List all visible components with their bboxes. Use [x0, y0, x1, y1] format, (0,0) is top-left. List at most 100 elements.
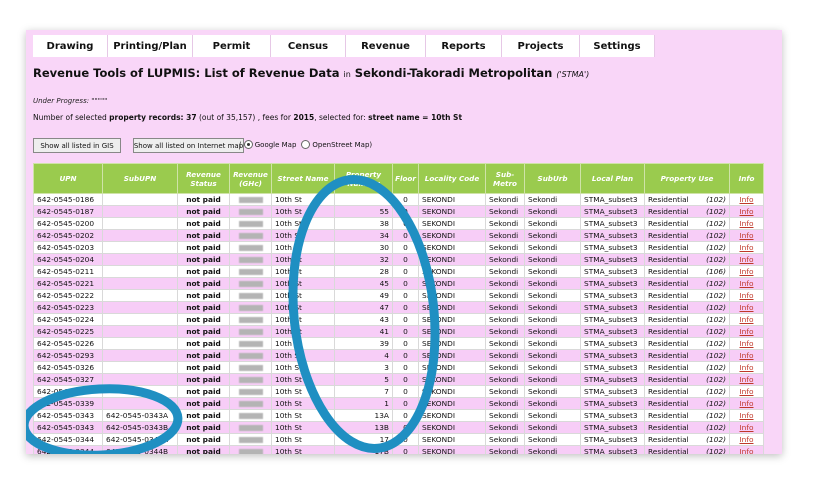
info-link[interactable]: Info [740, 291, 754, 300]
info-link[interactable]: Info [740, 423, 754, 432]
col-revenue-status[interactable]: Revenue Status [177, 163, 230, 194]
tab-revenue[interactable]: Revenue [346, 35, 426, 57]
info-cell: Info [729, 385, 764, 398]
subupn-cell [102, 289, 178, 302]
local-plan-cell: STMA_subset3 [580, 193, 645, 206]
col-sub-metro[interactable]: Sub-Metro [485, 163, 525, 194]
local-plan-cell: STMA_subset3 [580, 241, 645, 254]
info-link[interactable]: Info [740, 315, 754, 324]
local-plan-cell: STMA_subset3 [580, 373, 645, 386]
revenue-cell [229, 397, 272, 410]
info-link[interactable]: Info [740, 231, 754, 240]
redacted-value [238, 233, 263, 239]
property-use-cell: Residential (102) [644, 253, 730, 266]
tab-drawing[interactable]: Drawing [33, 35, 108, 57]
table-row: 642-0545-0211 not paid 10th St 28 0 SEKONDI Se… [33, 265, 764, 278]
redacted-value [238, 293, 263, 299]
floor-cell: 0 [392, 385, 419, 398]
floor-cell: 0 [392, 421, 419, 434]
info-link[interactable]: Info [740, 279, 754, 288]
google-map-radio[interactable] [243, 140, 253, 149]
tab-reports[interactable]: Reports [426, 35, 502, 57]
revenue-cell [229, 433, 272, 446]
use-code: (102) [706, 327, 726, 336]
local-plan-cell: STMA_subset3 [580, 409, 645, 422]
col-info[interactable]: Info [729, 163, 764, 194]
status-cell: not paid [177, 253, 230, 266]
info-link[interactable]: Info [740, 195, 754, 204]
info-link[interactable]: Info [740, 399, 754, 408]
locality-cell: SEKONDI [418, 217, 486, 230]
info-link[interactable]: Info [740, 351, 754, 360]
submetro-cell: Sekondi [485, 241, 525, 254]
google-map-label: Google Map [254, 140, 297, 149]
floor-cell: 0 [392, 349, 419, 362]
col-revenue[interactable]: Revenue (GHc) [229, 163, 272, 194]
info-link[interactable]: Info [740, 375, 754, 384]
upn-cell: 642-0545-0222 [33, 289, 103, 302]
col-local-plan[interactable]: Local Plan [580, 163, 645, 194]
property-number-cell: 49 [334, 289, 393, 302]
info-link[interactable]: Info [740, 339, 754, 348]
show-in-gis-button[interactable]: Show all listed in GIS [33, 138, 121, 153]
osm-radio[interactable] [301, 140, 311, 149]
col-suburb[interactable]: SubUrb [524, 163, 581, 194]
upn-cell: 642-0545-0344 [33, 445, 103, 454]
submetro-cell: Sekondi [485, 337, 525, 350]
info-link[interactable]: Info [740, 303, 754, 312]
suburb-cell: Sekondi [524, 373, 581, 386]
info-link[interactable]: Info [740, 363, 754, 372]
tab-census[interactable]: Census [271, 35, 346, 57]
info-cell: Info [729, 337, 764, 350]
info-link[interactable]: Info [740, 243, 754, 252]
local-plan-cell: STMA_subset3 [580, 445, 645, 454]
info-link[interactable]: Info [740, 255, 754, 264]
locality-cell: SEKONDI [418, 361, 486, 374]
col-floor[interactable]: Floor [392, 163, 419, 194]
info-link[interactable]: Info [740, 387, 754, 396]
floor-cell: 0 [392, 301, 419, 314]
col-subupn[interactable]: SubUPN [102, 163, 178, 194]
property-number-cell: 41 [334, 325, 393, 338]
info-link[interactable]: Info [740, 327, 754, 336]
info-link[interactable]: Info [740, 219, 754, 228]
col-property-use[interactable]: Property Use [644, 163, 730, 194]
local-plan-cell: STMA_subset3 [580, 397, 645, 410]
show-on-map-button[interactable]: Show all listed on Internet map [133, 138, 244, 153]
tab-permit[interactable]: Permit [193, 35, 271, 57]
table-row: 642-0545-0344 642-0545-0344A not paid 10th … [33, 433, 764, 446]
redacted-value [238, 341, 263, 347]
property-use-cell: Residential (102) [644, 241, 730, 254]
tab-printing-plan[interactable]: Printing/Plan [108, 35, 193, 57]
upn-cell: 642-0545-0200 [33, 217, 103, 230]
table-row: 642-0545-0203 not paid 10th St 30 0 SEKONDI Se… [33, 241, 764, 254]
floor-cell: 0 [392, 325, 419, 338]
street-cell: 10th St [271, 313, 335, 326]
suburb-cell: Sekondi [524, 421, 581, 434]
info-link[interactable]: Info [740, 411, 754, 420]
info-link[interactable]: Info [740, 207, 754, 216]
use-code: (102) [706, 339, 726, 348]
records-year: 2015 [293, 113, 315, 122]
col-property-number[interactable]: Property Number [334, 163, 393, 194]
tab-projects[interactable]: Projects [502, 35, 580, 57]
info-cell: Info [729, 301, 764, 314]
street-cell: 10th St [271, 373, 335, 386]
street-cell: 10th St [271, 433, 335, 446]
locality-cell: SEKONDI [418, 337, 486, 350]
floor-cell: 0 [392, 217, 419, 230]
locality-cell: SEKONDI [418, 313, 486, 326]
subupn-cell: 642-0545-0344A [102, 433, 178, 446]
col-upn[interactable]: UPN [33, 163, 103, 194]
info-link[interactable]: Info [740, 447, 754, 454]
property-number-cell: 3 [334, 361, 393, 374]
upn-cell: 642-0545-0186 [33, 193, 103, 206]
suburb-cell: Sekondi [524, 349, 581, 362]
info-link[interactable]: Info [740, 267, 754, 276]
info-link[interactable]: Info [740, 435, 754, 444]
col-street-name[interactable]: Street Name [271, 163, 335, 194]
upn-cell: 642-0545-0187 [33, 205, 103, 218]
col-locality-code[interactable]: Locality Code [418, 163, 486, 194]
subupn-cell [102, 253, 178, 266]
tab-settings[interactable]: Settings [580, 35, 655, 57]
